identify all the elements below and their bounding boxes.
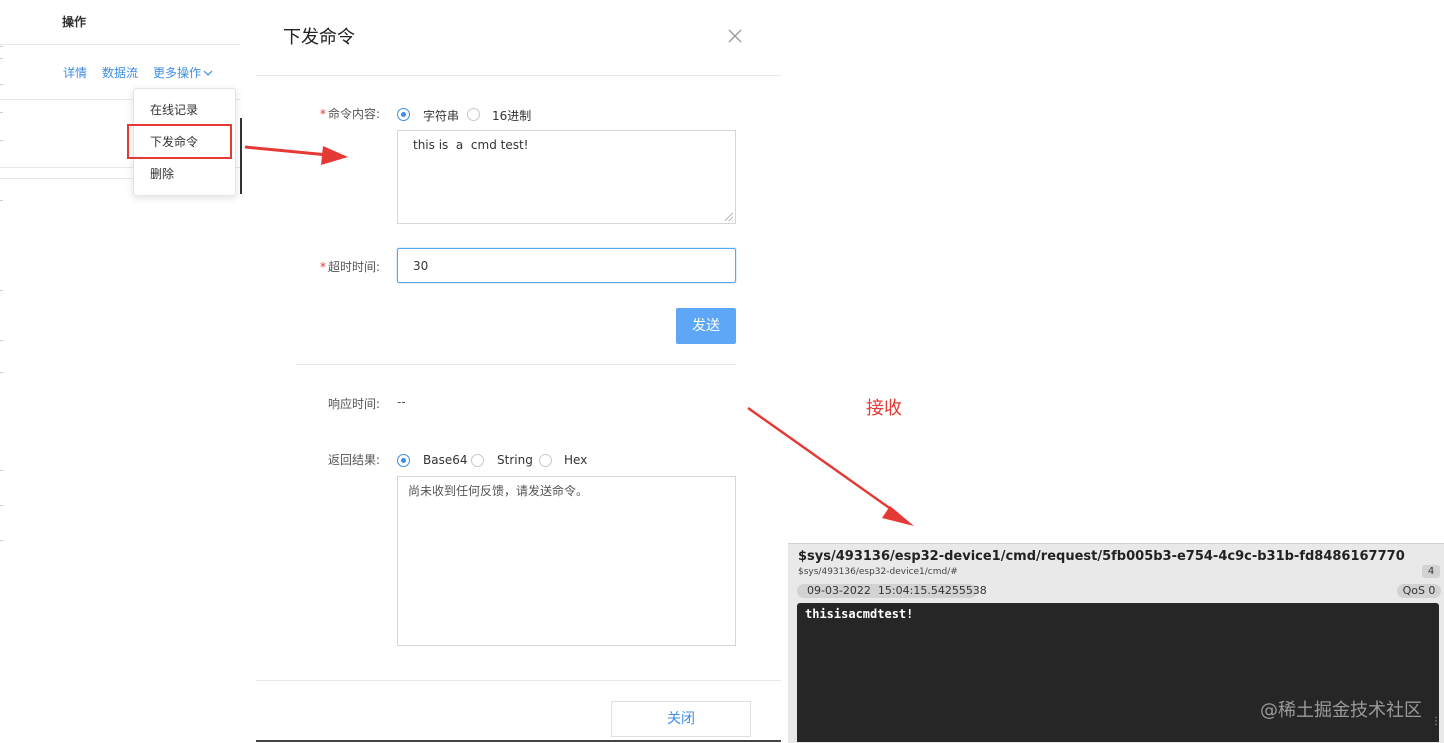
subscription-topic: $sys/493136/esp32-device1/cmd/# xyxy=(798,567,958,577)
message-timestamp: 09-03-2022 15:04:15.54255538 xyxy=(797,584,987,598)
receive-label: 接收 xyxy=(866,398,902,419)
arrow-to-receiver xyxy=(747,406,914,526)
message-topic: $sys/493136/esp32-device1/cmd/request/5f… xyxy=(798,549,1405,564)
payload-text: thisisacmdtest! xyxy=(805,607,914,621)
qos-badge: QoS 0 xyxy=(1397,584,1441,598)
watermark: @稀土掘金技术社区 xyxy=(1260,700,1422,721)
scroll-indicator: ⋮ xyxy=(1431,716,1441,727)
message-count-badge: 4 xyxy=(1422,565,1440,578)
arrow-to-modal xyxy=(244,145,348,165)
